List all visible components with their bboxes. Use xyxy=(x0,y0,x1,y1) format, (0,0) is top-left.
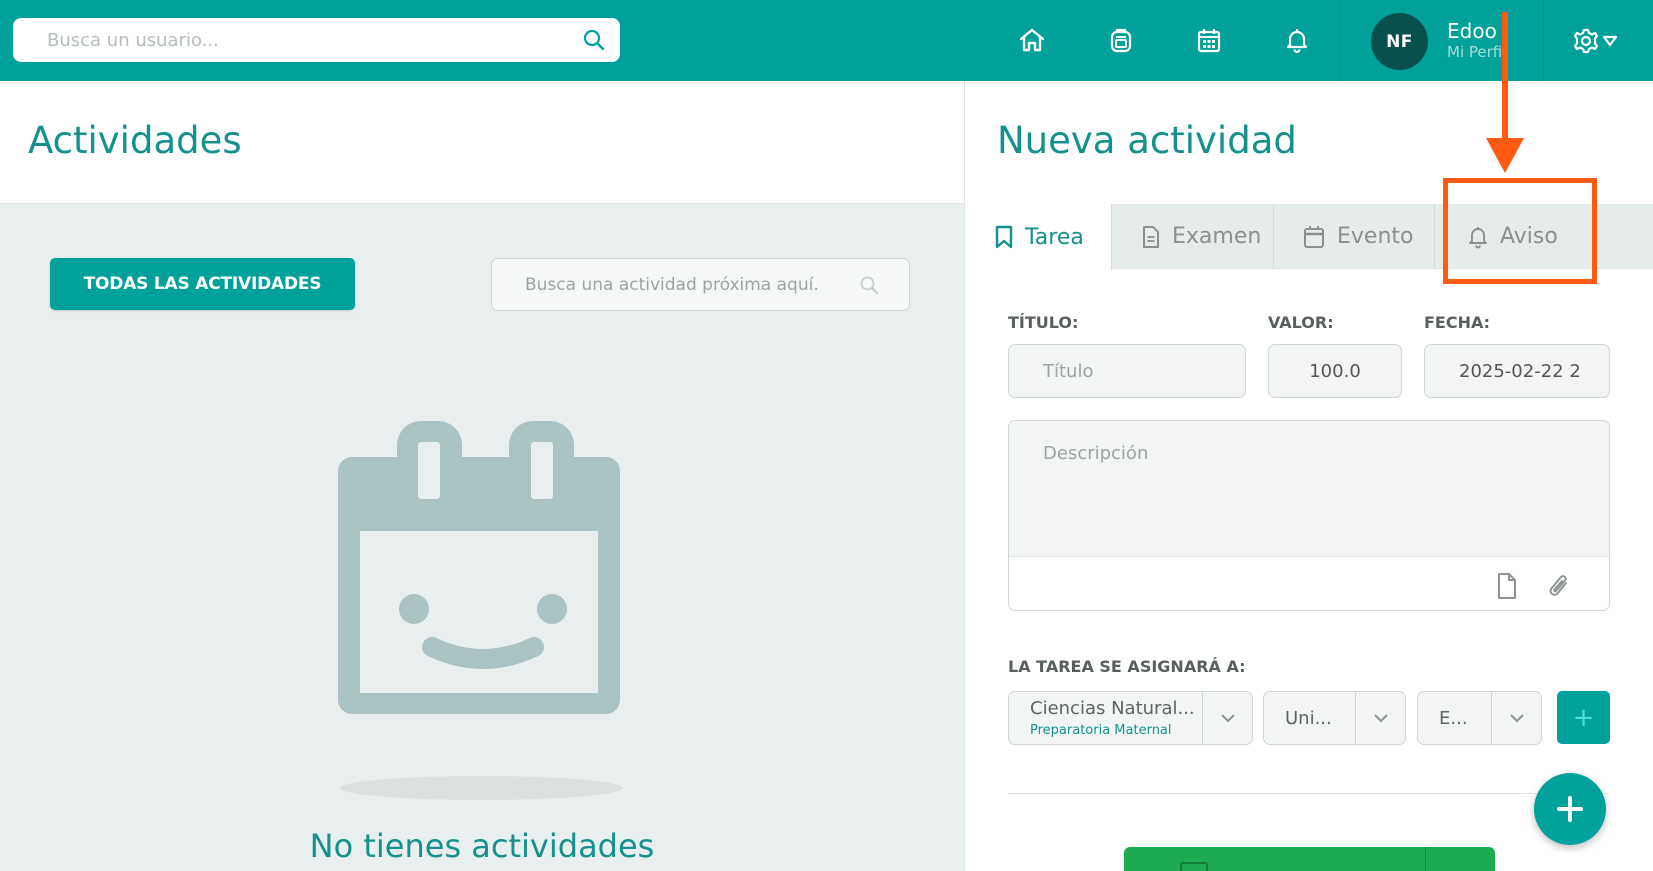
date-input[interactable] xyxy=(1425,345,1609,397)
value-input[interactable] xyxy=(1269,345,1401,397)
activity-search-box xyxy=(491,258,910,311)
new-activity-title: Nueva actividad xyxy=(997,119,1297,162)
value-label: VALOR: xyxy=(1268,313,1334,332)
tab-label: Evento xyxy=(1337,224,1414,249)
add-assignment-button[interactable]: + xyxy=(1557,691,1610,744)
document-icon xyxy=(1143,225,1159,248)
date-field-wrapper xyxy=(1424,344,1610,398)
bell-icon[interactable] xyxy=(1283,26,1311,54)
empty-calendar-icon xyxy=(338,421,620,714)
search-icon[interactable] xyxy=(859,275,879,295)
top-bar: NF Edoo Mi Perfil xyxy=(0,0,1653,81)
search-icon[interactable] xyxy=(582,28,606,52)
all-activities-button[interactable]: TODAS LAS ACTIVIDADES xyxy=(50,258,355,310)
chevron-down-icon xyxy=(1373,714,1388,723)
tab-label: Examen xyxy=(1172,224,1262,249)
value-field-wrapper xyxy=(1268,344,1402,398)
course-select-value: Ciencias Natural... xyxy=(1030,698,1195,719)
annotation-arrow xyxy=(1486,12,1524,173)
title-label: TÍTULO: xyxy=(1008,313,1079,332)
calendar-icon xyxy=(1304,225,1324,248)
activities-panel: TODAS LAS ACTIVIDADES No tienes activida… xyxy=(0,204,964,871)
backpack-icon[interactable] xyxy=(1107,26,1135,54)
course-select-subtext: Preparatoria Maternal xyxy=(1030,723,1172,738)
title-field-wrapper xyxy=(1008,344,1246,398)
course-select[interactable]: Ciencias Natural... Preparatoria Materna… xyxy=(1008,691,1253,745)
empty-state-message: No tienes actividades xyxy=(309,827,655,865)
user-search-input[interactable] xyxy=(13,18,620,62)
plus-icon xyxy=(1557,796,1583,822)
unit-select[interactable]: Uni... xyxy=(1263,691,1406,745)
user-search-box xyxy=(13,18,620,62)
tab-label: Tarea xyxy=(1025,224,1084,250)
save-icon xyxy=(1180,862,1208,871)
add-activity-fab[interactable] xyxy=(1534,773,1606,845)
gear-icon[interactable] xyxy=(1573,26,1629,56)
bookmark-icon xyxy=(995,225,1013,249)
title-input[interactable] xyxy=(1009,345,1245,397)
chevron-down-icon xyxy=(1602,35,1618,47)
activity-search-input[interactable] xyxy=(492,259,909,310)
topbar-separator xyxy=(1543,0,1544,81)
calendar-icon[interactable] xyxy=(1195,26,1223,54)
activities-header: Actividades xyxy=(0,81,964,204)
annotation-highlight-box xyxy=(1443,178,1597,284)
chevron-down-icon xyxy=(1220,714,1235,723)
file-icon[interactable] xyxy=(1494,571,1520,601)
tab-evento[interactable]: Evento xyxy=(1274,204,1435,269)
topbar-separator xyxy=(1339,0,1340,81)
assign-label: LA TAREA SE ASIGNARÁ A: xyxy=(1008,657,1246,676)
third-select-value: E... xyxy=(1439,707,1468,729)
form-separator xyxy=(1008,793,1610,794)
illustration-shadow xyxy=(340,776,623,800)
description-box xyxy=(1008,420,1610,611)
avatar[interactable]: NF xyxy=(1371,13,1428,70)
third-select[interactable]: E... xyxy=(1417,691,1542,745)
chevron-down-icon xyxy=(1509,714,1524,723)
page-title: Actividades xyxy=(28,119,242,162)
save-button[interactable] xyxy=(1124,847,1495,871)
date-label: FECHA: xyxy=(1424,313,1491,332)
paperclip-icon[interactable] xyxy=(1546,571,1572,601)
description-input[interactable] xyxy=(1009,421,1609,557)
unit-select-value: Uni... xyxy=(1285,707,1332,729)
tab-examen[interactable]: Examen xyxy=(1112,204,1274,269)
save-button-separator xyxy=(1425,847,1426,871)
home-icon[interactable] xyxy=(1018,26,1046,54)
tab-tarea[interactable]: Tarea xyxy=(965,204,1112,270)
